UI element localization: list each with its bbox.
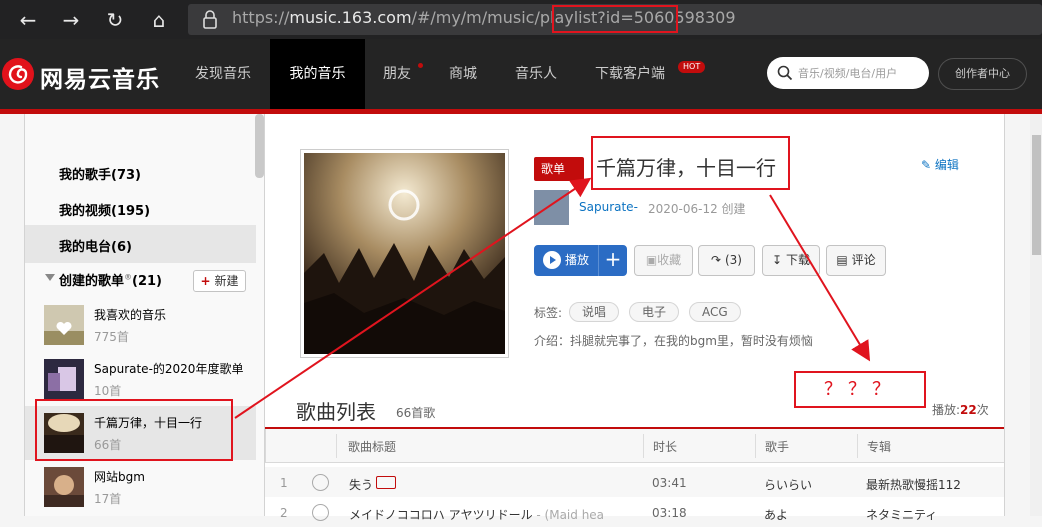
question-annotation: ？？？ — [794, 371, 926, 408]
annotation-arrows — [234, 177, 871, 419]
